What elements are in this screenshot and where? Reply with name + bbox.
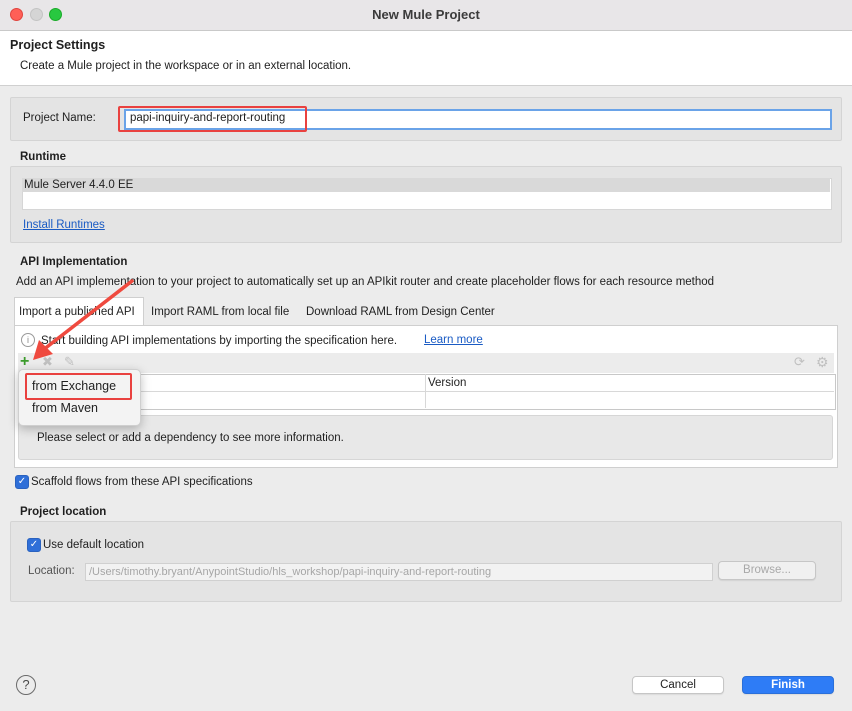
version-column-header[interactable]: Version xyxy=(428,377,466,389)
settings-icon[interactable]: ⚙ xyxy=(816,354,829,370)
page-title: Project Settings xyxy=(10,38,106,52)
runtime-list-item-label: Mule Server 4.4.0 EE xyxy=(24,179,134,191)
location-label: Location: xyxy=(28,565,75,577)
api-implementation-title: API Implementation xyxy=(20,256,128,268)
project-name-label: Project Name: xyxy=(23,112,96,124)
project-location-panel xyxy=(10,521,842,602)
use-default-location-checkbox[interactable]: ✓ xyxy=(27,538,41,552)
refresh-icon[interactable]: ⟳ xyxy=(794,354,805,370)
learn-more-link[interactable]: Learn more xyxy=(424,334,483,346)
tab-import-raml-local[interactable]: Import RAML from local file xyxy=(151,306,289,318)
dependency-detail-text: Please select or add a dependency to see… xyxy=(37,432,344,444)
annotation-arrow xyxy=(33,279,134,360)
runtime-title: Runtime xyxy=(20,151,66,163)
use-default-location-label: Use default location xyxy=(43,539,145,551)
browse-button[interactable]: Browse... xyxy=(718,561,816,580)
finish-button[interactable]: Finish xyxy=(742,676,834,694)
window-title: New Mule Project xyxy=(372,7,480,22)
install-runtimes-link[interactable]: Install Runtimes xyxy=(23,219,105,231)
header-banner xyxy=(0,31,852,86)
runtime-list-item[interactable] xyxy=(22,178,830,192)
cancel-button[interactable]: Cancel xyxy=(632,676,724,694)
highlight-from-exchange xyxy=(25,373,132,400)
location-value: /Users/timothy.bryant/AnypointStudio/hls… xyxy=(89,566,492,578)
project-location-title: Project location xyxy=(20,506,107,518)
dependency-toolbar xyxy=(18,353,834,373)
page-description: Create a Mule project in the workspace o… xyxy=(20,60,352,72)
column-divider xyxy=(425,374,426,408)
tab-download-raml-design-center[interactable]: Download RAML from Design Center xyxy=(306,306,495,318)
scaffold-checkbox[interactable]: ✓ xyxy=(15,475,29,489)
menu-item-from-maven[interactable]: from Maven xyxy=(32,401,98,415)
highlight-project-name xyxy=(118,106,307,132)
scaffold-label: Scaffold flows from these API specificat… xyxy=(31,476,253,488)
help-icon[interactable]: ? xyxy=(16,675,36,695)
